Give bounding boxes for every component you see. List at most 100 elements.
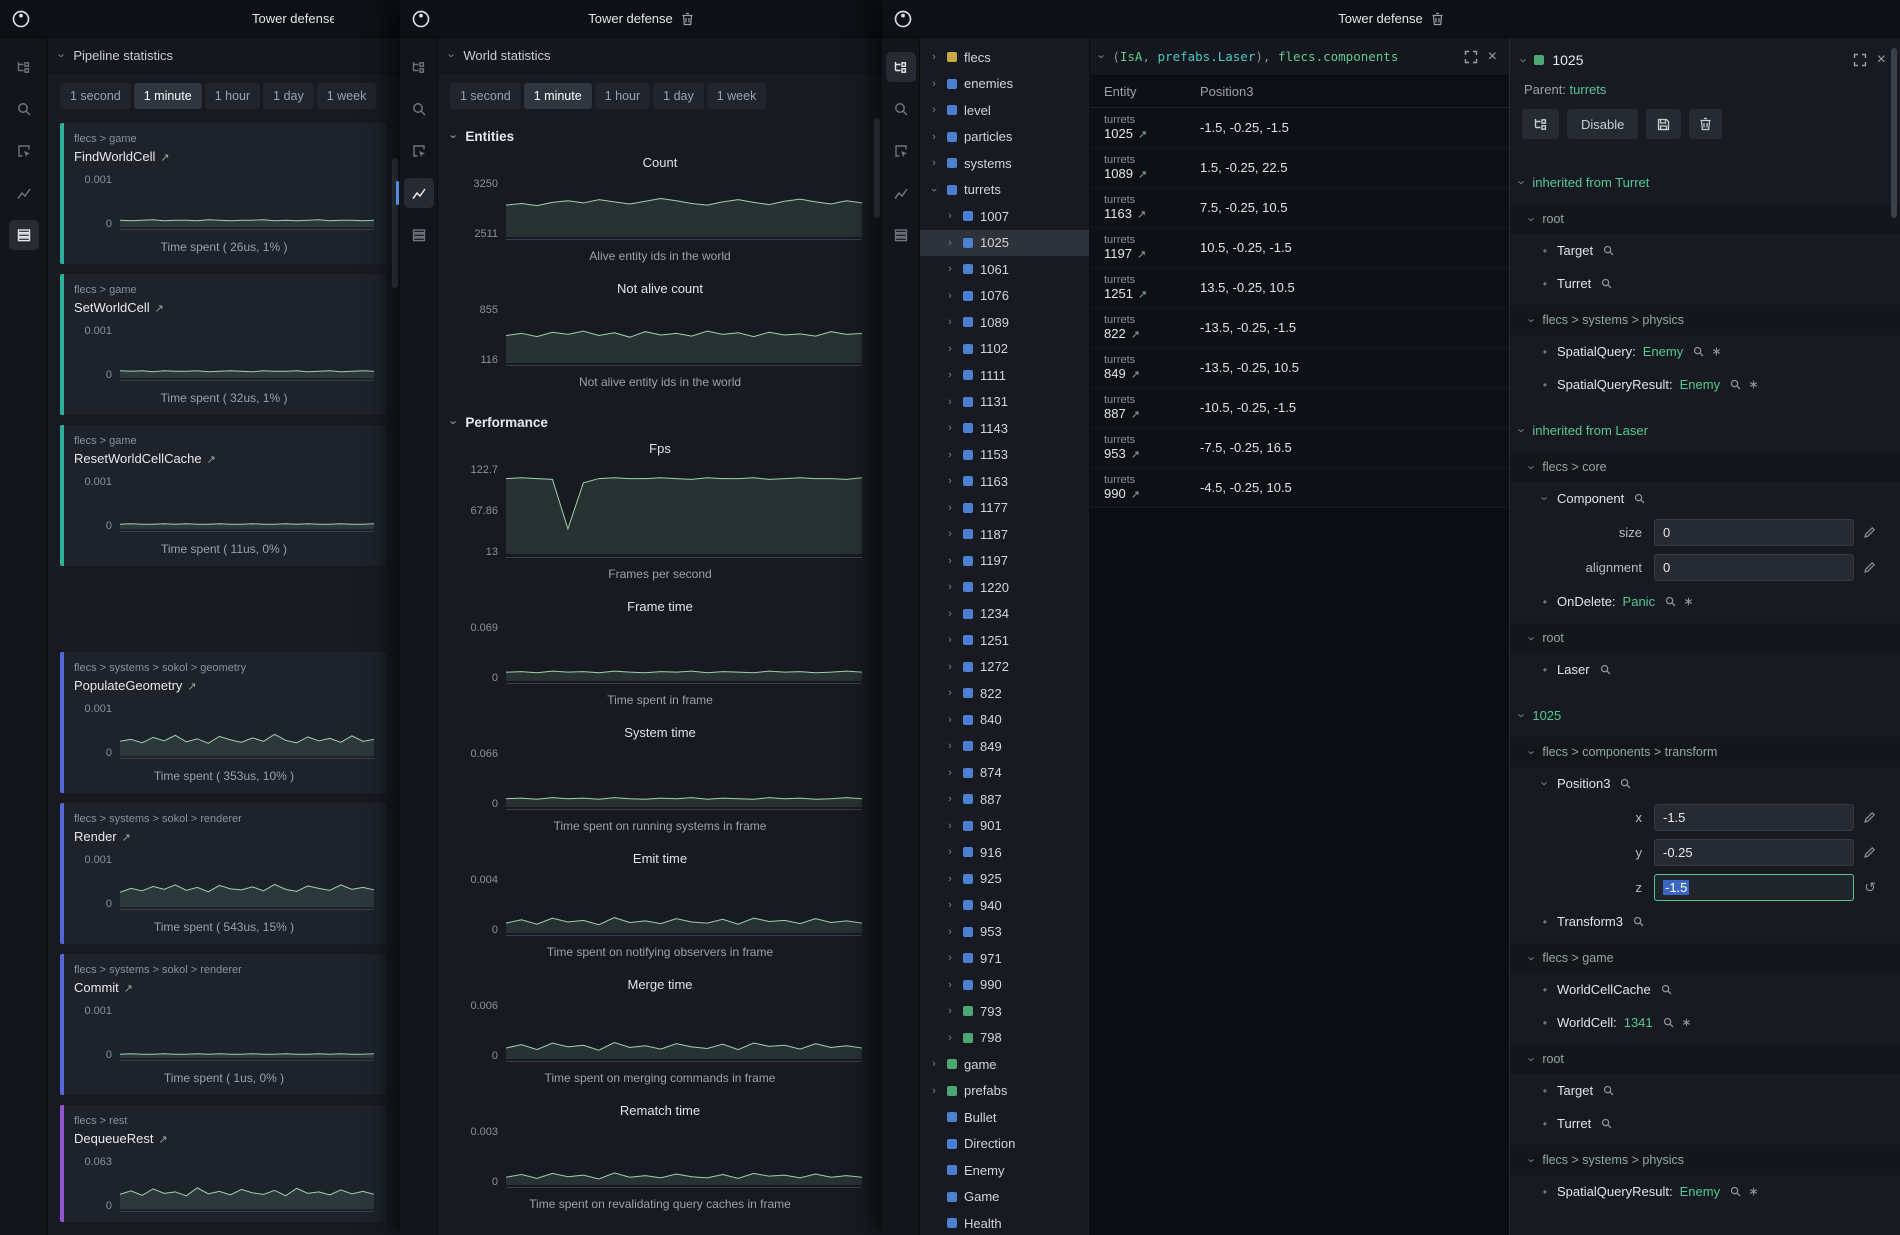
component-row-Component[interactable]: ›Component [1510, 482, 1900, 515]
expand-arrow-icon[interactable]: › [944, 1032, 956, 1044]
pipeline-statistics-header[interactable]: › Pipeline statistics [48, 38, 400, 74]
tree-item-916[interactable]: ›916 [920, 839, 1089, 866]
expand-arrow-icon[interactable]: › [944, 449, 956, 461]
expand-arrow-icon[interactable]: › [944, 661, 956, 673]
pencil-icon[interactable] [1854, 561, 1876, 574]
scrollbar-thumb[interactable] [874, 118, 880, 218]
component-path-header[interactable]: ›flecs > systems > physics [1510, 305, 1900, 335]
component-value-link[interactable]: Enemy [1643, 344, 1683, 359]
entity-id-link[interactable]: 1089 [1104, 166, 1133, 181]
tag-row-Turret[interactable]: •Turret [1510, 267, 1900, 300]
entity-tree-icon[interactable] [9, 52, 39, 82]
hierarchy-button[interactable] [1522, 109, 1559, 139]
tree-item-940[interactable]: ›940 [920, 892, 1089, 919]
magnifier-icon[interactable] [1665, 596, 1676, 607]
link-arrow-icon[interactable]: ↗ [1138, 289, 1147, 301]
tree-item-1272[interactable]: ›1272 [920, 654, 1089, 681]
scrollbar-thumb[interactable] [1891, 48, 1897, 218]
expand-icon[interactable] [1464, 50, 1478, 64]
tree-item-840[interactable]: ›840 [920, 707, 1089, 734]
system-name-link[interactable]: FindWorldCell [74, 149, 155, 164]
expand-arrow-icon[interactable]: › [928, 104, 940, 116]
field-input[interactable]: 0 [1654, 519, 1854, 546]
query-result-row[interactable]: turrets990↗-4.5, -0.25, 10.5 [1090, 468, 1509, 508]
tree-item-1025[interactable]: ›1025 [920, 230, 1089, 257]
search-icon[interactable] [9, 94, 39, 124]
tree-item-1251[interactable]: ›1251 [920, 627, 1089, 654]
link-arrow-icon[interactable]: ↗ [1137, 249, 1146, 261]
tree-item-prefabs[interactable]: ›prefabs [920, 1078, 1089, 1105]
expand-arrow-icon[interactable]: › [944, 793, 956, 805]
tree-item-1143[interactable]: ›1143 [920, 415, 1089, 442]
close-icon[interactable]: × [1875, 51, 1888, 69]
tree-item-level[interactable]: ›level [920, 97, 1089, 124]
chart-icon[interactable] [404, 178, 434, 208]
search-icon[interactable] [404, 94, 434, 124]
tree-item-1153[interactable]: ›1153 [920, 442, 1089, 469]
tree-item-1089[interactable]: ›1089 [920, 309, 1089, 336]
expand-arrow-icon[interactable]: › [944, 422, 956, 434]
inspect-icon[interactable] [404, 136, 434, 166]
expand-arrow-icon[interactable]: › [944, 767, 956, 779]
link-arrow-icon[interactable]: ↗ [1131, 409, 1140, 421]
component-path-header[interactable]: ›flecs > components > transform [1510, 737, 1900, 767]
component-value-link[interactable]: Enemy [1680, 1184, 1720, 1199]
trash-icon[interactable] [1431, 12, 1444, 26]
system-name-link[interactable]: SetWorldCell [74, 300, 150, 315]
tree-item-1102[interactable]: ›1102 [920, 336, 1089, 363]
tree-item-793[interactable]: ›793 [920, 998, 1089, 1025]
tree-item-turrets[interactable]: ›turrets [920, 177, 1089, 204]
expand-arrow-icon[interactable]: › [944, 714, 956, 726]
expand-arrow-icon[interactable]: › [944, 369, 956, 381]
chevron-down-icon[interactable]: › [1096, 54, 1109, 58]
expand-arrow-icon[interactable]: › [928, 131, 940, 143]
tree-item-849[interactable]: ›849 [920, 733, 1089, 760]
magnifier-icon[interactable] [1661, 984, 1672, 995]
magnifier-icon[interactable] [1603, 1085, 1614, 1096]
query-result-row[interactable]: turrets1025↗-1.5, -0.25, -1.5 [1090, 108, 1509, 148]
entity-tree-icon[interactable] [886, 52, 916, 82]
expand-icon[interactable] [1853, 53, 1867, 67]
magnifier-icon[interactable] [1693, 346, 1704, 357]
magnifier-icon[interactable] [1601, 278, 1612, 289]
expand-arrow-icon[interactable]: › [944, 581, 956, 593]
expand-arrow-icon[interactable]: › [944, 1005, 956, 1017]
trash-icon[interactable] [681, 12, 694, 26]
tree-item-925[interactable]: ›925 [920, 866, 1089, 893]
expand-arrow-icon[interactable]: › [944, 740, 956, 752]
tag-row-Target[interactable]: •Target [1510, 1074, 1900, 1107]
pair-row-SpatialQueryResult[interactable]: •SpatialQueryResult:Enemy [1510, 368, 1900, 401]
magnifier-icon[interactable] [1600, 664, 1611, 675]
tree-item-953[interactable]: ›953 [920, 919, 1089, 946]
inspect-icon[interactable] [886, 136, 916, 166]
link-arrow-icon[interactable]: ↗ [187, 681, 196, 693]
expand-arrow-icon[interactable]: › [928, 51, 940, 63]
link-arrow-icon[interactable]: ↗ [1131, 489, 1140, 501]
inspect-icon[interactable] [9, 136, 39, 166]
query-input[interactable]: (IsA, prefabs.Laser), flecs.components [1112, 49, 1455, 64]
expand-arrow-icon[interactable]: › [944, 343, 956, 355]
time-range-button[interactable]: 1 second [60, 83, 131, 109]
tree-item-Health[interactable]: Health [920, 1210, 1089, 1235]
pair-row-OnDelete[interactable]: •OnDelete:Panic [1510, 585, 1900, 618]
expand-arrow-icon[interactable]: › [928, 78, 940, 90]
entity-id-link[interactable]: 990 [1104, 486, 1126, 501]
tree-item-887[interactable]: ›887 [920, 786, 1089, 813]
entity-id-link[interactable]: 822 [1104, 326, 1126, 341]
expand-arrow-icon[interactable]: › [944, 873, 956, 885]
expand-arrow-icon[interactable]: › [944, 634, 956, 646]
query-result-row[interactable]: turrets953↗-7.5, -0.25, 16.5 [1090, 428, 1509, 468]
link-arrow-icon[interactable]: ↗ [159, 1134, 168, 1146]
link-arrow-icon[interactable]: ↗ [1131, 449, 1140, 461]
tree-item-1007[interactable]: ›1007 [920, 203, 1089, 230]
link-arrow-icon[interactable]: ↗ [122, 832, 131, 844]
expand-arrow-icon[interactable]: › [944, 846, 956, 858]
field-input[interactable]: 0 [1654, 554, 1854, 581]
inspector-section-header[interactable]: ›1025 [1510, 698, 1900, 732]
entity-id-link[interactable]: 1163 [1104, 206, 1132, 221]
entity-id-link[interactable]: 1025 [1104, 126, 1133, 141]
tag-row-Target[interactable]: •Target [1510, 234, 1900, 267]
expand-arrow-icon[interactable]: › [944, 608, 956, 620]
tree-item-1187[interactable]: ›1187 [920, 521, 1089, 548]
link-arrow-icon[interactable]: ↗ [207, 454, 216, 466]
